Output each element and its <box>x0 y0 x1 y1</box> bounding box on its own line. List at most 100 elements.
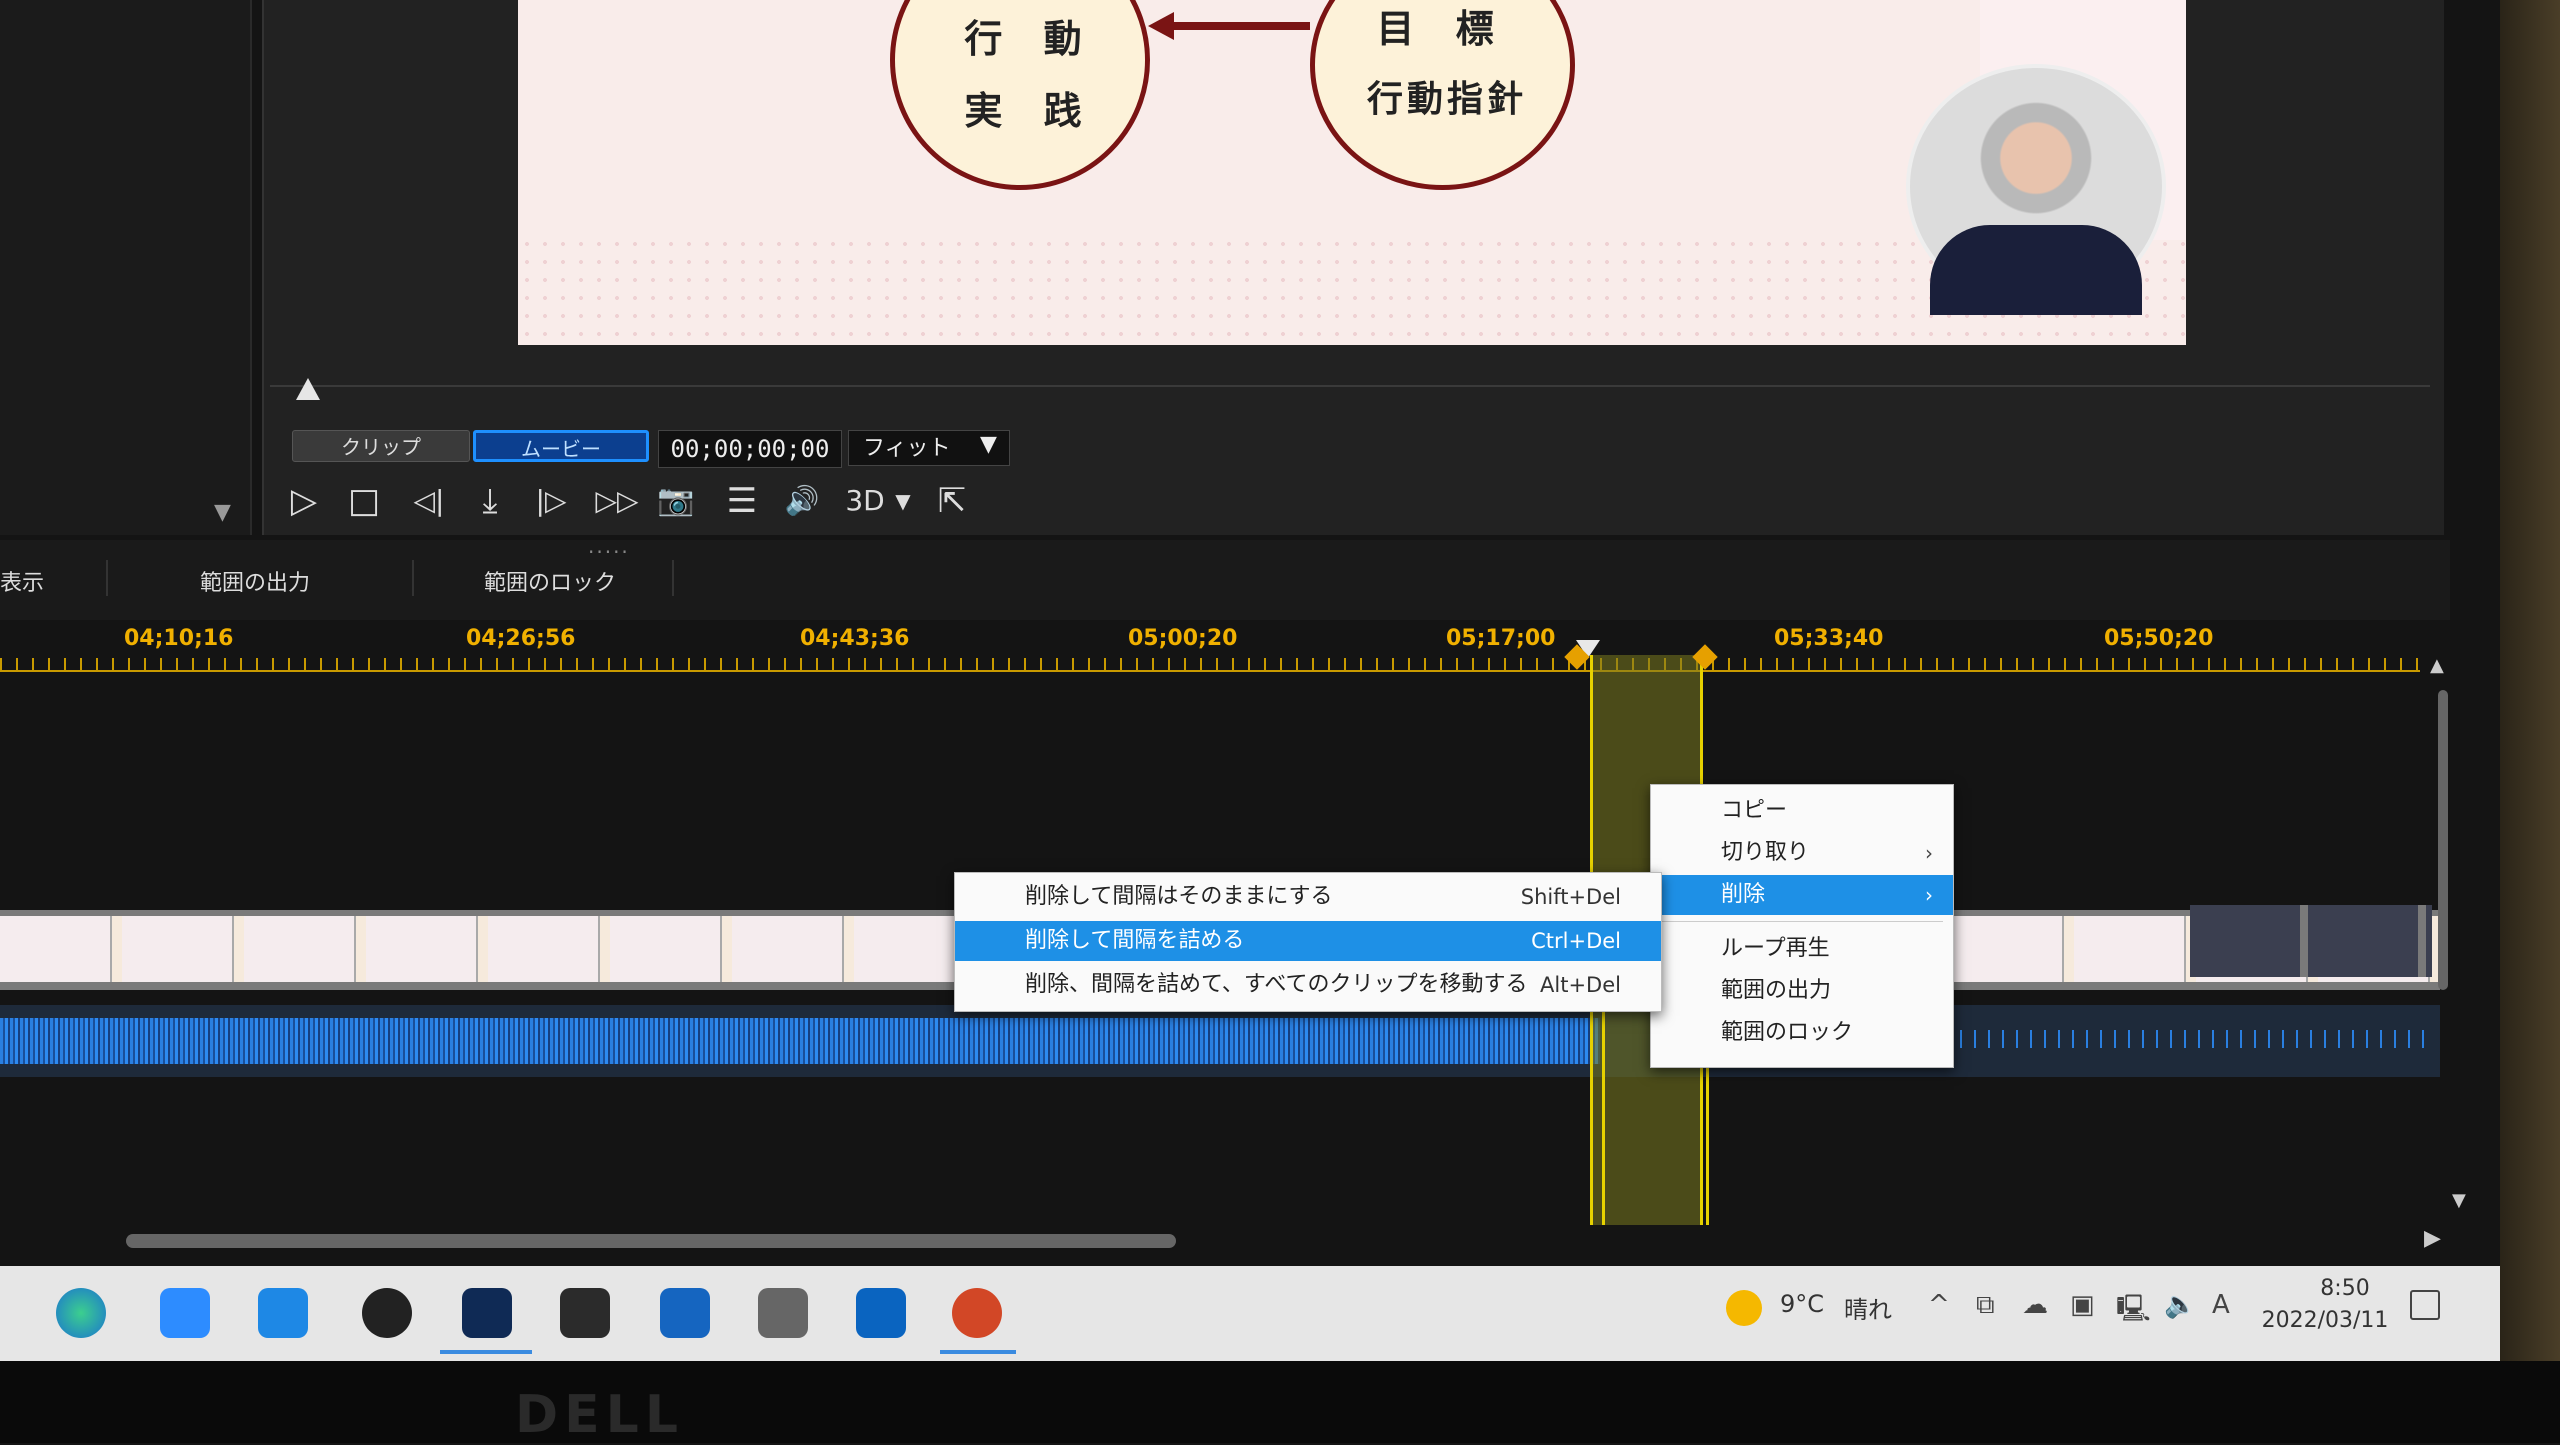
play-icon[interactable]: ▷ <box>284 478 324 524</box>
list-icon[interactable]: ☰ <box>720 478 764 524</box>
monitor-brand-logo: DELL <box>515 1385 684 1445</box>
sun-icon[interactable] <box>1726 1290 1762 1326</box>
ruler-label: 04;26;56 <box>466 626 576 651</box>
menu-item-loop-play[interactable]: ループ再生 <box>1651 929 1953 969</box>
fast-forward-icon[interactable]: ▷▷ <box>590 478 644 524</box>
preview-scrubber[interactable] <box>270 385 2430 387</box>
range-lock-button[interactable]: 範囲のロック <box>484 565 616 597</box>
clock-time[interactable]: 8:50 <box>2300 1276 2390 1301</box>
clip-mode-button[interactable]: クリップ <box>292 430 470 462</box>
timeline-context-menu: コピー 切り取り › 削除 › ループ再生 範囲の出力 範囲のロック <box>1650 784 1954 1068</box>
weather-temperature[interactable]: 9°C <box>1780 1290 1824 1318</box>
library-panel <box>0 0 252 535</box>
scrubber-handle-icon[interactable] <box>296 378 320 400</box>
speaker-icon[interactable]: 🔈 <box>2164 1290 2196 1320</box>
menu-item-delete-ripple-all[interactable]: 削除、間隔を詰めて、すべてのクリップを移動する Alt+Del <box>955 965 1661 1005</box>
vertical-scrollbar-thumb[interactable] <box>2438 690 2448 990</box>
menu-item-label: 削除して間隔を詰める <box>1025 928 1245 953</box>
previous-frame-icon[interactable]: ◁| <box>404 478 454 524</box>
stop-icon[interactable]: □ <box>344 478 384 524</box>
snapshot-camera-icon[interactable]: 📷 <box>654 478 698 524</box>
undock-preview-icon[interactable]: ⇱ <box>930 478 974 524</box>
meet-now-icon[interactable]: ⧉ <box>1976 1290 1995 1321</box>
network-icon[interactable]: 🖳 <box>2116 1290 2151 1334</box>
menu-item-label: 削除して間隔はそのままにする <box>1025 884 1333 909</box>
outlook-icon[interactable] <box>856 1288 906 1338</box>
slide-text-goal: 目 標 <box>1376 6 1508 51</box>
scroll-up-icon[interactable]: ▲ <box>2430 655 2444 676</box>
slide-text-practice: 実 践 <box>964 88 1096 133</box>
volume-icon[interactable]: 🔊 <box>780 478 824 524</box>
menu-item-delete[interactable]: 削除 › <box>1651 875 1953 915</box>
toolbar-divider <box>412 560 414 596</box>
timecode-display[interactable]: 00;00;00;00 <box>658 430 842 468</box>
audio-waveform-tail[interactable] <box>1960 1030 2430 1048</box>
menu-item-shortcut: Ctrl+Del <box>1531 929 1621 953</box>
notification-icon[interactable] <box>2410 1290 2440 1320</box>
obs-icon[interactable] <box>362 1288 412 1338</box>
menu-item-delete-keep-gap[interactable]: 削除して間隔はそのままにする Shift+Del <box>955 877 1661 917</box>
chevron-right-icon: › <box>1925 841 1933 865</box>
ruler-label: 04;10;16 <box>124 626 234 651</box>
clock-date[interactable]: 2022/03/11 <box>2260 1308 2390 1333</box>
timeline-ruler-baseline <box>0 670 2420 672</box>
next-frame-icon[interactable]: |▷ <box>526 478 576 524</box>
menu-item-label: 切り取り <box>1721 840 1810 865</box>
presenter-suit <box>1930 225 2142 315</box>
onedrive-icon[interactable]: ☁ <box>2022 1290 2048 1320</box>
background-shelf <box>2500 0 2560 1361</box>
edge-icon[interactable] <box>56 1288 106 1338</box>
range-start-marker-lower <box>1602 1000 1605 1225</box>
slide-text-action: 行 動 <box>964 16 1096 61</box>
powerdirector-icon[interactable] <box>462 1288 512 1338</box>
menu-item-label: 範囲の出力 <box>1721 978 1832 1003</box>
mode-3d-button[interactable]: 3D <box>840 478 890 524</box>
photodirector-icon[interactable] <box>560 1288 610 1338</box>
view-button-partial[interactable]: 表示 <box>0 565 44 597</box>
panel-resize-grip-icon[interactable]: ····· <box>588 540 630 564</box>
slide-arrow-head-icon <box>1148 12 1174 40</box>
menu-item-label: 削除、間隔を詰めて、すべてのクリップを移動する <box>1025 972 1528 997</box>
menu-item-copy[interactable]: コピー <box>1651 791 1953 831</box>
menu-item-shortcut: Shift+Del <box>1520 885 1621 909</box>
camera-icon[interactable] <box>758 1288 808 1338</box>
menu-item-label: 削除 <box>1721 882 1766 907</box>
display-icon[interactable]: ▣ <box>2070 1290 2095 1320</box>
mode-3d-dropdown-icon[interactable]: ▼ <box>890 478 916 524</box>
webex-icon[interactable] <box>258 1288 308 1338</box>
ime-indicator[interactable]: A <box>2212 1290 2230 1320</box>
menu-item-delete-close-gap[interactable]: 削除して間隔を詰める Ctrl+Del <box>955 921 1661 961</box>
weather-description[interactable]: 晴れ <box>1844 1290 1892 1325</box>
menu-separator <box>1661 921 1943 922</box>
keyframe-icon[interactable]: ⤓ <box>468 478 512 524</box>
audio-waveform[interactable] <box>0 1018 1600 1064</box>
scroll-down-icon[interactable]: ▼ <box>2452 1190 2466 1211</box>
menu-item-range-lock[interactable]: 範囲のロック <box>1651 1013 1953 1053</box>
timeline-toolbar <box>0 540 2450 620</box>
ruler-label: 05;33;40 <box>1774 626 1884 651</box>
movie-mode-button[interactable]: ムービー <box>473 430 649 462</box>
horizontal-scrollbar-thumb[interactable] <box>126 1234 1176 1248</box>
menu-item-range-output[interactable]: 範囲の出力 <box>1651 971 1953 1011</box>
slide-text-guideline: 行動指針 <box>1366 78 1527 120</box>
ruler-label: 05;17;00 <box>1446 626 1556 651</box>
chevron-down-icon[interactable]: ▼ <box>980 432 997 457</box>
menu-item-label: ループ再生 <box>1721 936 1830 961</box>
tray-overflow-icon[interactable]: ^ <box>1928 1290 1950 1320</box>
video-clip-presenter-thumbnails[interactable] <box>2190 905 2432 977</box>
range-output-button[interactable]: 範囲の出力 <box>200 565 310 597</box>
library-scroll-down-icon[interactable]: ▼ <box>214 500 231 525</box>
active-app-indicator <box>940 1350 1016 1354</box>
scroll-right-icon[interactable]: ▶ <box>2424 1226 2441 1251</box>
powerpoint-icon[interactable] <box>952 1288 1002 1338</box>
ruler-label: 05;00;20 <box>1128 626 1238 651</box>
monitor-bezel <box>0 1361 2560 1443</box>
movie-icon[interactable] <box>660 1288 710 1338</box>
ruler-label: 04;43;36 <box>800 626 910 651</box>
toolbar-divider <box>106 560 108 596</box>
zoom-icon[interactable] <box>160 1288 210 1338</box>
menu-item-label: コピー <box>1721 798 1788 823</box>
ruler-label: 05;50;20 <box>2104 626 2214 651</box>
active-app-indicator <box>440 1350 532 1354</box>
menu-item-cut[interactable]: 切り取り › <box>1651 833 1953 873</box>
